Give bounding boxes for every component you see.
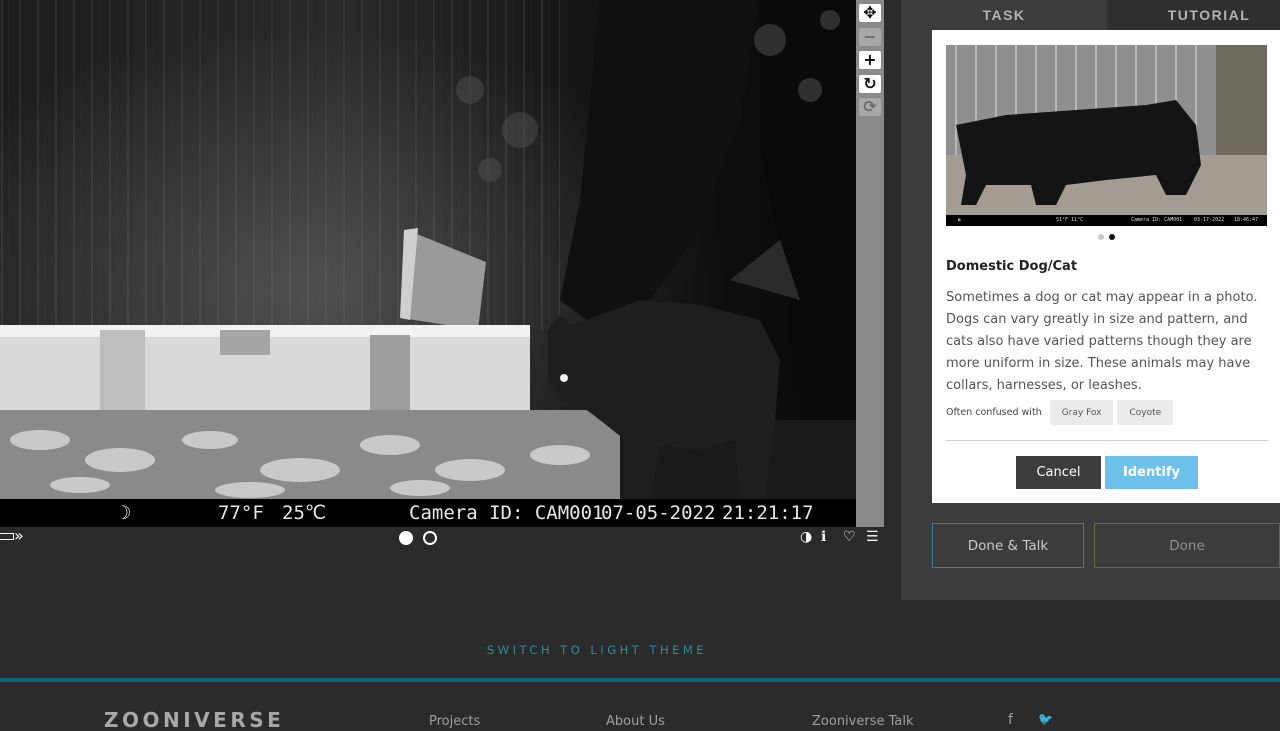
rotate-icon[interactable]: ↻ bbox=[859, 75, 881, 93]
double-chevron-right-icon: » bbox=[14, 526, 24, 545]
identify-button[interactable]: Identify bbox=[1105, 456, 1198, 489]
facebook-icon[interactable]: f bbox=[1008, 712, 1013, 728]
confused-chip-gray-fox[interactable]: Gray Fox bbox=[1049, 400, 1114, 425]
reset-icon[interactable]: ⟳ bbox=[859, 98, 881, 116]
subject-image bbox=[0, 0, 856, 527]
tab-tutorial[interactable]: TUTORIAL bbox=[1107, 0, 1280, 30]
task-panel: TASK TUTORIAL ◐ 51°F 11°C Camera ID: CAM… bbox=[901, 0, 1280, 600]
moon-phase-icon: ☽ bbox=[120, 502, 132, 524]
species-title: Domestic Dog/Cat bbox=[946, 259, 1078, 274]
collections-list-icon[interactable]: ☰ bbox=[866, 529, 879, 545]
example-camera-id: Camera ID: CAM001 bbox=[1131, 217, 1183, 223]
frame-dot-1[interactable] bbox=[399, 531, 413, 545]
done-and-talk-button[interactable]: Done & Talk bbox=[932, 523, 1084, 568]
footer-link-about-us[interactable]: About Us bbox=[606, 714, 665, 729]
card-divider bbox=[946, 440, 1268, 441]
heart-icon[interactable]: ♡ bbox=[843, 529, 856, 545]
collapse-bar-icon bbox=[0, 532, 14, 540]
tab-task[interactable]: TASK bbox=[901, 0, 1107, 30]
confused-with-label: Often confused with bbox=[946, 407, 1042, 418]
footer-divider bbox=[0, 678, 1280, 682]
subject-viewer[interactable]: ☽ 77°F 25℃ Camera ID: CAM001 07-05-2022 … bbox=[0, 0, 856, 527]
capture-date: 07-05-2022 bbox=[601, 502, 716, 524]
capture-time: 21:21:17 bbox=[722, 502, 814, 524]
temperature-f: 77°F bbox=[218, 502, 264, 524]
example-moon-icon: ◐ bbox=[958, 217, 962, 223]
camera-id: Camera ID: CAM001 bbox=[409, 502, 604, 524]
carousel-dot-2[interactable] bbox=[1109, 234, 1115, 240]
example-time: 18:46:47 bbox=[1234, 217, 1259, 223]
invert-icon[interactable]: ◑ bbox=[800, 529, 812, 545]
twitter-icon[interactable]: 🐦 bbox=[1038, 712, 1053, 726]
species-card: ◐ 51°F 11°C Camera ID: CAM001 03-17-2022… bbox=[932, 30, 1280, 503]
example-date: 03-17-2022 bbox=[1194, 217, 1225, 223]
camera-info-strip: ☽ 77°F 25℃ Camera ID: CAM001 07-05-2022 … bbox=[0, 499, 856, 527]
carousel-dot-1[interactable] bbox=[1098, 234, 1104, 240]
info-icon[interactable]: ℹ bbox=[821, 529, 826, 545]
done-button[interactable]: Done bbox=[1094, 523, 1280, 568]
viewer-toolbar: ✥ − + ↻ ⟳ bbox=[856, 0, 884, 527]
viewer-controls: » ◑ ℹ ♡ ☰ bbox=[0, 527, 884, 549]
classify-page: ☽ 77°F 25℃ Camera ID: CAM001 07-05-2022 … bbox=[0, 0, 1280, 731]
frame-dot-2[interactable] bbox=[423, 531, 437, 545]
footer-link-projects[interactable]: Projects bbox=[429, 714, 480, 729]
confused-chip-coyote[interactable]: Coyote bbox=[1117, 400, 1174, 425]
switch-theme-link[interactable]: SWITCH TO LIGHT THEME bbox=[0, 643, 1194, 657]
example-info-strip: ◐ 51°F 11°C Camera ID: CAM001 03-17-2022… bbox=[946, 215, 1267, 226]
temperature-c: 25℃ bbox=[282, 502, 327, 524]
cancel-button[interactable]: Cancel bbox=[1016, 456, 1101, 489]
example-temperature: 51°F 11°C bbox=[1056, 217, 1084, 223]
zooniverse-logo[interactable]: ZOONIVERSE bbox=[104, 708, 284, 731]
zoom-out-icon[interactable]: − bbox=[859, 28, 881, 46]
footer-link-talk[interactable]: Zooniverse Talk bbox=[812, 714, 914, 729]
confused-with-row: Often confused with Gray Fox Coyote bbox=[946, 400, 1174, 425]
species-description: Sometimes a dog or cat may appear in a p… bbox=[946, 290, 1258, 393]
zoom-in-icon[interactable]: + bbox=[859, 51, 881, 69]
expand-toggle[interactable]: » bbox=[0, 528, 24, 544]
move-icon[interactable]: ✥ bbox=[859, 4, 881, 22]
species-example-image: ◐ 51°F 11°C Camera ID: CAM001 03-17-2022… bbox=[946, 45, 1267, 226]
